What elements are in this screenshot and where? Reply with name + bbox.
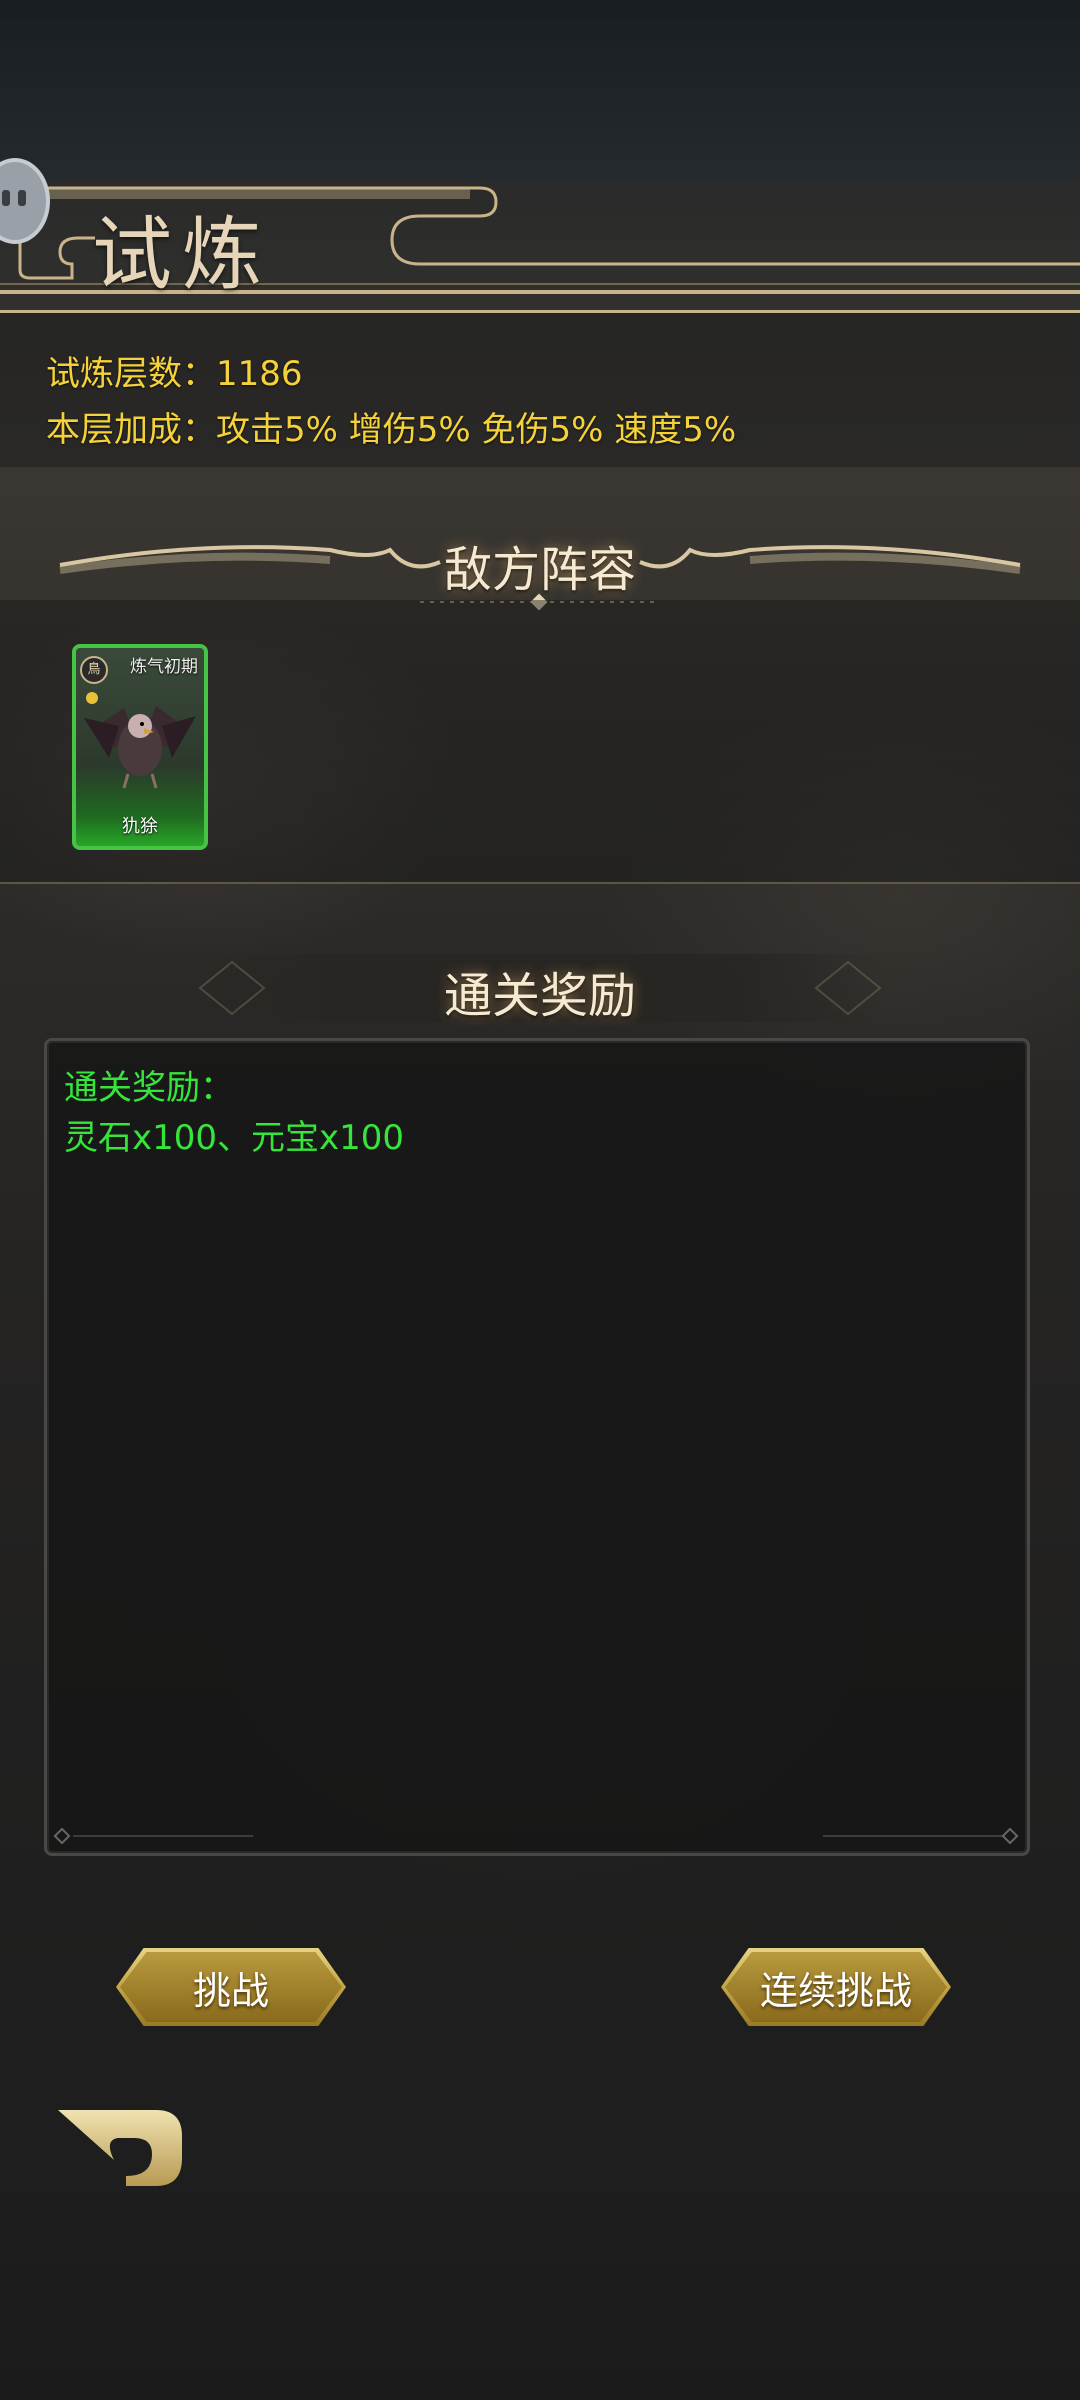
top-bar <box>0 0 1080 180</box>
enemy-card[interactable]: 鳥 炼气初期 犰狳 <box>72 644 208 850</box>
bonus-row: 本层加成：攻击5% 增伤5% 免伤5% 速度5% <box>46 402 736 451</box>
reward-box-ornament <box>53 1827 1019 1845</box>
bird-monster-portrait <box>84 706 196 789</box>
floor-row: 试炼层数：1186 <box>46 346 303 395</box>
back-arrow-icon[interactable] <box>56 2104 186 2194</box>
reward-section-title: 通关奖励 <box>443 968 636 1024</box>
star-icon <box>86 692 98 704</box>
enemy-section-title: 敌方阵容 <box>443 542 636 598</box>
page-title: 试炼 <box>92 208 272 301</box>
card-realm: 炼气初期 <box>130 657 198 677</box>
reward-label: 通关奖励： <box>64 1068 234 1108</box>
floor-value: 1186 <box>216 354 303 394</box>
card-name: 犰狳 <box>122 816 158 837</box>
reward-box <box>44 1038 1030 1856</box>
continuous-challenge-button-label: 连续挑战 <box>759 1968 912 2013</box>
challenge-button-label: 挑战 <box>192 1968 269 2013</box>
continuous-challenge-button[interactable]: 连续挑战 <box>721 1948 951 2026</box>
race-badge: 鳥 <box>80 656 108 684</box>
bonus-value: 攻击5% 增伤5% 免伤5% 速度5% <box>216 410 737 450</box>
reward-items: 灵石x100、元宝x100 <box>64 1118 405 1158</box>
floor-label: 试炼层数： <box>46 354 216 394</box>
bonus-label: 本层加成： <box>46 410 216 450</box>
challenge-button[interactable]: 挑战 <box>116 1948 346 2026</box>
